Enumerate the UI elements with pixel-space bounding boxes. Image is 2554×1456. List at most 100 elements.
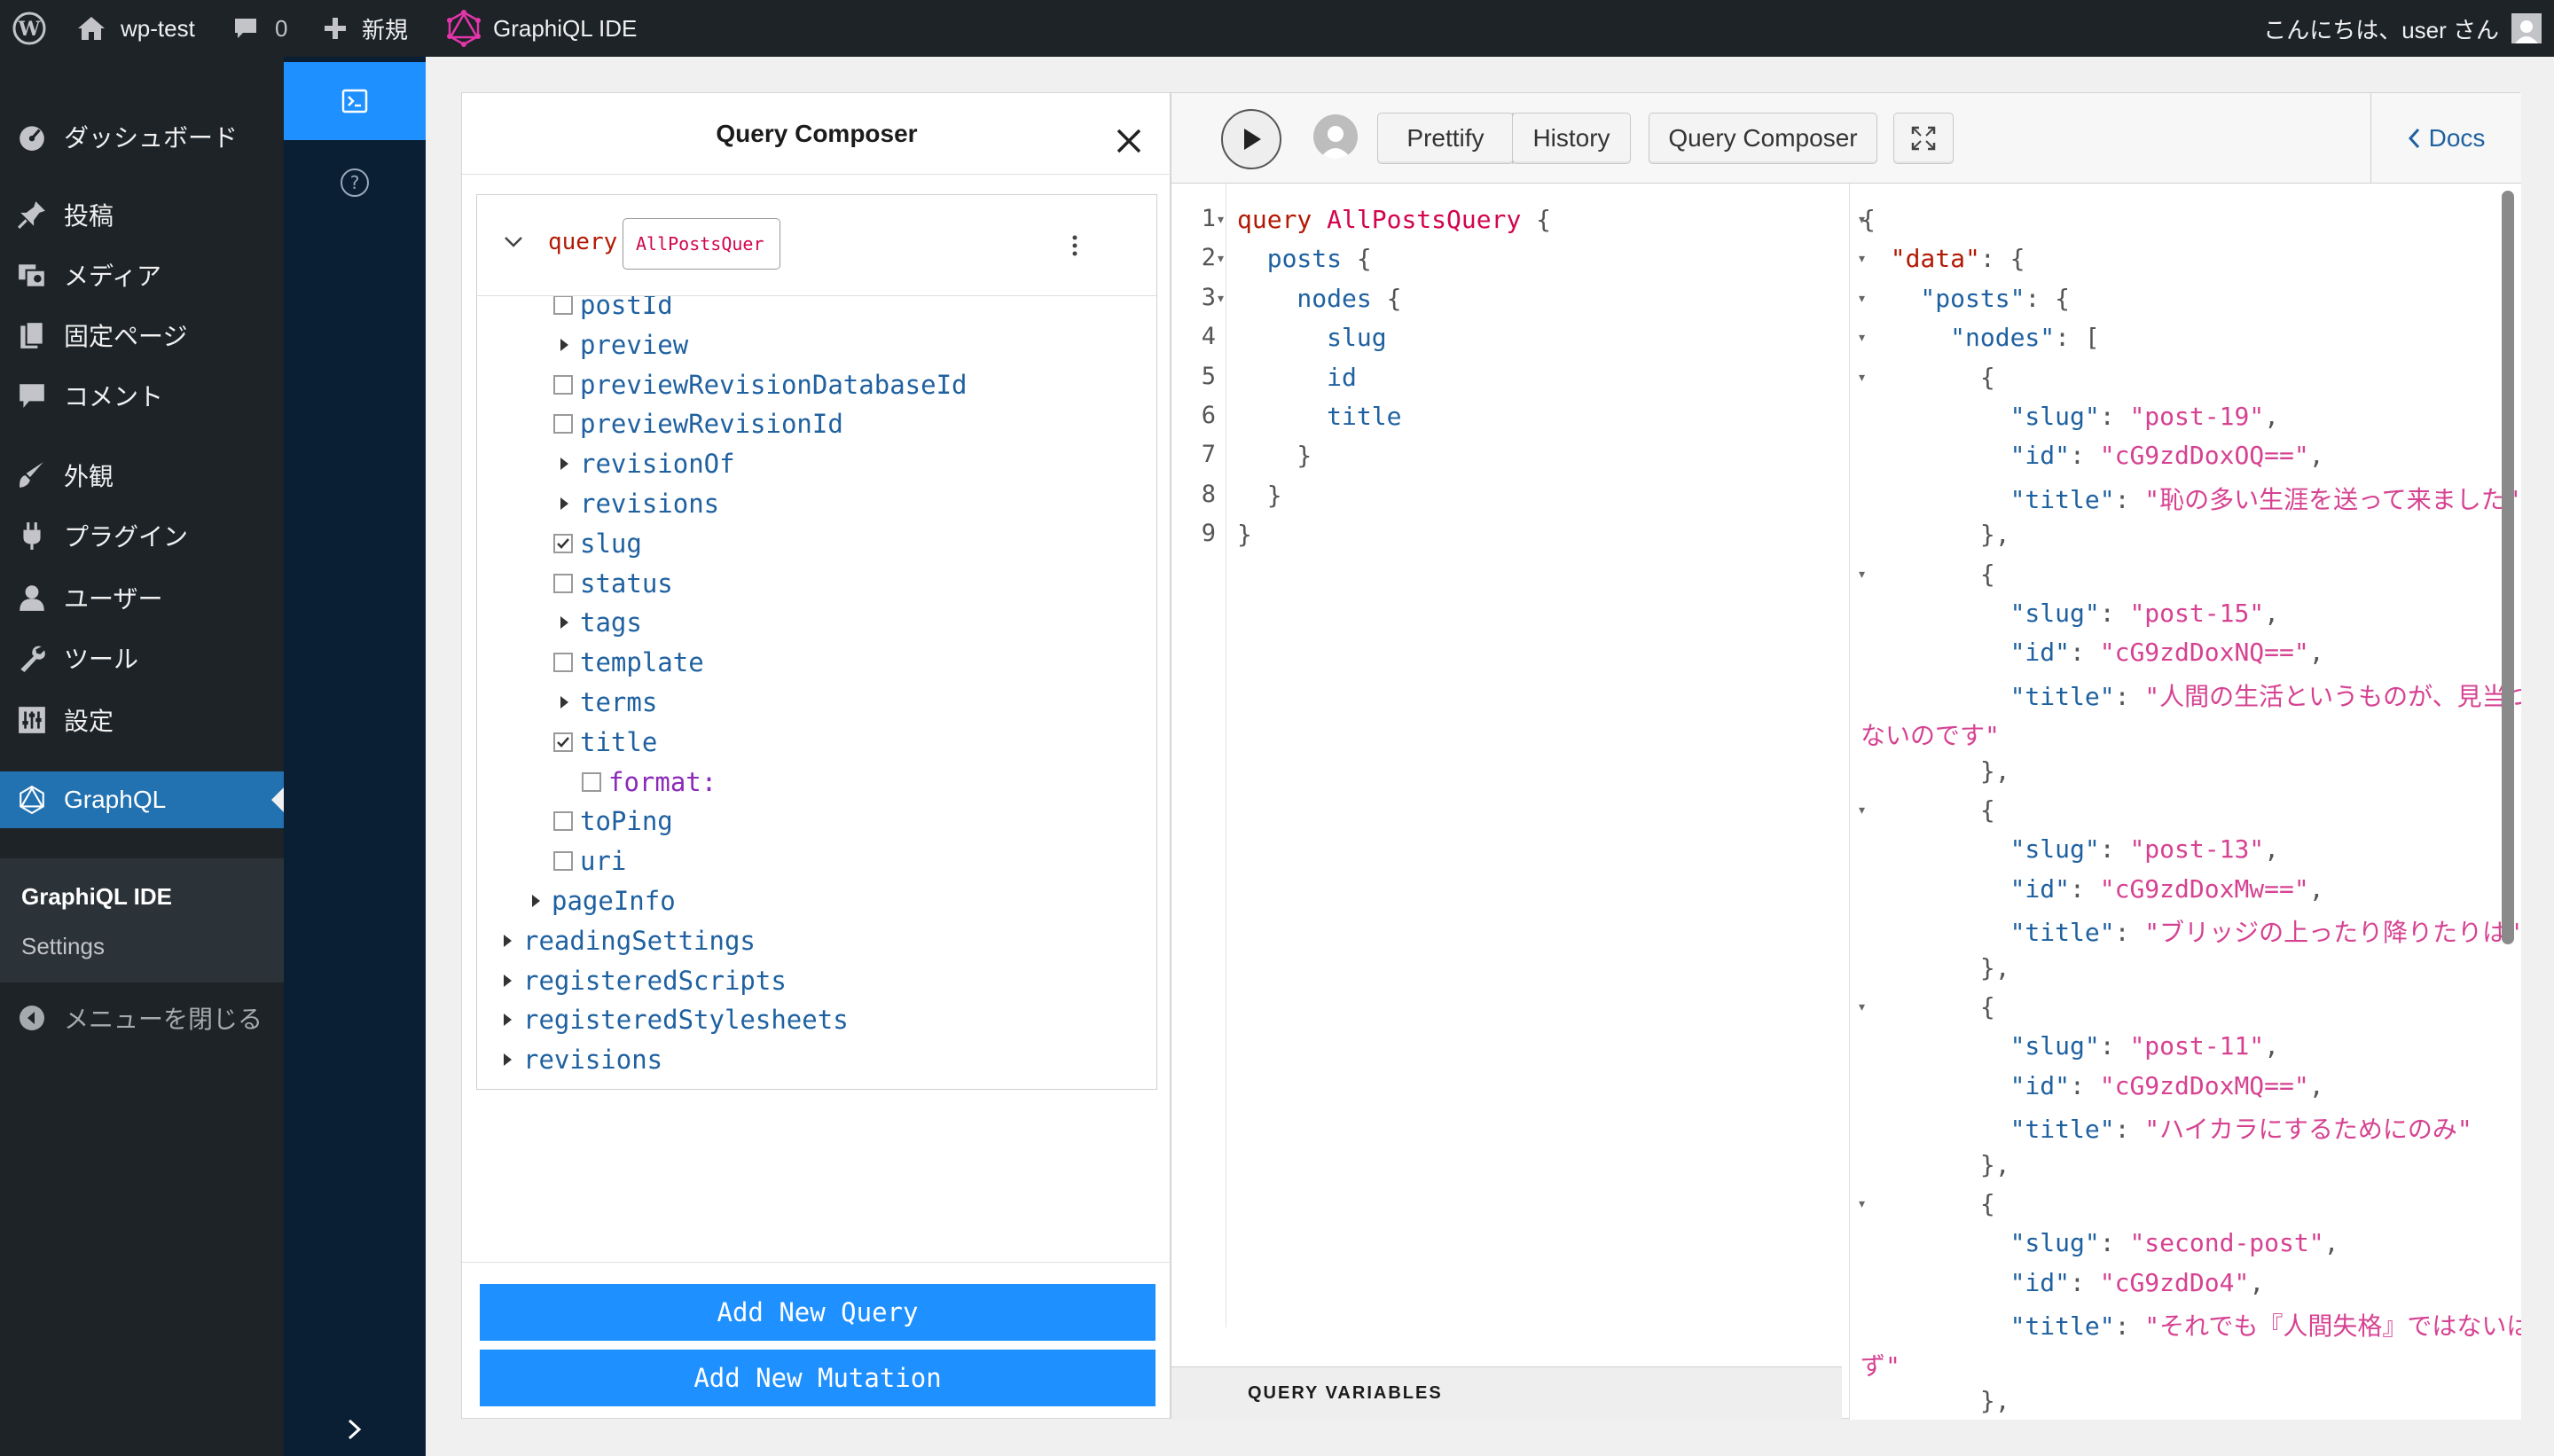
history-button[interactable]: History (1512, 113, 1631, 164)
result-token: }, (1861, 952, 2010, 982)
tree-node[interactable]: registeredScripts (497, 961, 787, 1000)
tree-node[interactable]: readingSettings (497, 921, 756, 960)
operation-name-input[interactable] (623, 218, 780, 270)
caret-right-icon (497, 970, 518, 991)
tree-node[interactable]: pageInfo (525, 881, 676, 920)
active-indicator (271, 787, 284, 812)
tree-field[interactable]: postId (553, 296, 673, 325)
wordpress-logo-icon[interactable]: W (12, 0, 48, 57)
result-token: "cG9zdDoxOQ==" (2099, 441, 2309, 471)
comments-link[interactable]: 0 (232, 0, 287, 57)
tree-node[interactable]: tag (497, 1080, 569, 1089)
tree-field[interactable]: previewRevisionDatabaseId (553, 365, 968, 404)
svg-text:?: ? (350, 172, 360, 193)
code-line: nodes { (1237, 284, 1401, 313)
result-token: "ハイカラにするためにのみ" (2144, 1115, 2472, 1145)
tree-node[interactable]: registeredStylesheets (497, 1000, 849, 1039)
admin-menu-item[interactable]: プラグイン (0, 507, 284, 564)
field-name: revisions (580, 489, 720, 519)
line-number: 5 (1201, 362, 1216, 390)
result-token: : (2114, 1115, 2145, 1145)
admin-menu-item[interactable]: ユーザー (0, 569, 284, 626)
result-line: { (1861, 795, 1995, 825)
tree-field[interactable]: uri (553, 842, 626, 881)
tree-field[interactable]: toPing (553, 802, 673, 841)
result-line: "title": "ブリッジの上ったり降りたりは" (1861, 913, 2521, 949)
add-new-mutation-button[interactable]: Add New Mutation (480, 1350, 1156, 1406)
tree-node[interactable]: revisionOf (553, 444, 735, 483)
tree-field[interactable]: template (553, 643, 704, 682)
result-line: }, (1861, 756, 2010, 786)
fullscreen-button[interactable] (1893, 113, 1954, 164)
tree-node[interactable]: tags (553, 603, 642, 642)
brush-icon (16, 459, 48, 491)
execute-query-button[interactable] (1221, 109, 1281, 169)
tree-field[interactable]: slug (553, 524, 642, 563)
result-viewer: ▾{▾ "data": {▾ "posts": {▾ "nodes": [▾ {… (1849, 184, 2521, 1420)
admin-menu-item[interactable]: 投稿 (0, 186, 284, 243)
result-scrollbar[interactable] (2502, 191, 2514, 944)
tree-field[interactable]: previewRevisionId (553, 404, 843, 443)
docs-button[interactable]: Docs (2370, 93, 2521, 184)
tree-field[interactable]: status (553, 564, 673, 603)
admin-menu-item[interactable]: GraphQL (0, 771, 284, 828)
comments-count: 0 (275, 14, 288, 42)
account-menu[interactable]: こんにちは、user さん (2263, 0, 2542, 57)
more-options-icon[interactable] (1071, 234, 1078, 257)
result-token: { (1861, 205, 1876, 234)
admin-menu-item[interactable]: 外観 (0, 447, 284, 504)
query-composer-toggle[interactable] (284, 62, 426, 140)
tree-node[interactable]: revisions (497, 1040, 662, 1079)
result-token: "post-19" (2129, 402, 2265, 431)
user-avatar-icon[interactable] (1313, 114, 1358, 159)
add-new-query-button[interactable]: Add New Query (480, 1284, 1156, 1341)
admin-menu-item[interactable]: 固定ページ (0, 307, 284, 364)
fold-icon[interactable]: ▾ (1218, 291, 1224, 306)
admin-menu-item[interactable]: コメント (0, 367, 284, 424)
result-line: "posts": { (1861, 284, 2070, 313)
graphiql-ide-link[interactable]: GraphiQL IDE (445, 0, 637, 57)
result-token: : (2070, 441, 2100, 471)
query-editor[interactable]: query AllPostsQuery { posts { nodes { sl… (1226, 184, 1847, 1327)
query-composer-button[interactable]: Query Composer (1649, 113, 1877, 164)
code-token: } (1237, 480, 1282, 510)
site-name-link[interactable]: wp-test (76, 0, 195, 57)
admin-menu-label: ユーザー (64, 585, 163, 613)
tree-node[interactable]: preview (553, 325, 688, 364)
result-line: ず" (1861, 1347, 1900, 1382)
field-name: postId (580, 296, 673, 320)
new-content-link[interactable]: 新規 (323, 0, 408, 57)
chevron-down-icon[interactable] (504, 236, 523, 248)
result-line: "data": { (1861, 244, 2025, 273)
admin-menu-item[interactable]: ダッシュボード (0, 108, 284, 165)
fold-icon[interactable]: ▾ (1218, 251, 1224, 266)
admin-menu-item[interactable]: ツール (0, 630, 284, 686)
submenu-graphiql-ide[interactable]: GraphiQL IDE (21, 883, 172, 911)
result-token: "title" (1861, 681, 2115, 711)
tree-node[interactable]: revisions (553, 484, 719, 523)
tree-field[interactable]: format: (582, 763, 717, 802)
tree-field[interactable]: title (553, 723, 657, 762)
submenu-settings[interactable]: Settings (21, 933, 105, 960)
tree-node[interactable]: terms (553, 683, 657, 722)
query-variables-bar[interactable]: QUERY VARIABLES (1171, 1366, 1842, 1420)
close-icon[interactable] (1113, 125, 1145, 157)
result-token: , (2308, 638, 2324, 668)
collapse-menu-button[interactable]: メニューを閉じる (0, 990, 284, 1046)
result-token: "post-13" (2129, 834, 2265, 865)
code-token: posts (1237, 244, 1343, 274)
field-name: revisions (523, 1045, 663, 1076)
result-line: "slug": "second-post", (1861, 1228, 2339, 1257)
expand-sidebar-button[interactable] (284, 1390, 426, 1456)
code-line: } (1237, 441, 1312, 470)
result-token: { (1861, 1189, 1995, 1218)
result-line: "slug": "post-11", (1861, 1031, 2279, 1061)
field-name: status (580, 568, 673, 599)
caret-right-icon (497, 1009, 518, 1030)
prettify-button[interactable]: Prettify (1377, 113, 1514, 164)
fold-icon[interactable]: ▾ (1218, 212, 1224, 227)
admin-menu-item[interactable]: 設定 (0, 692, 284, 748)
admin-menu-item[interactable]: メディア (0, 247, 284, 303)
result-token: "nodes" (1861, 323, 2056, 353)
help-button[interactable]: ? (284, 144, 426, 222)
